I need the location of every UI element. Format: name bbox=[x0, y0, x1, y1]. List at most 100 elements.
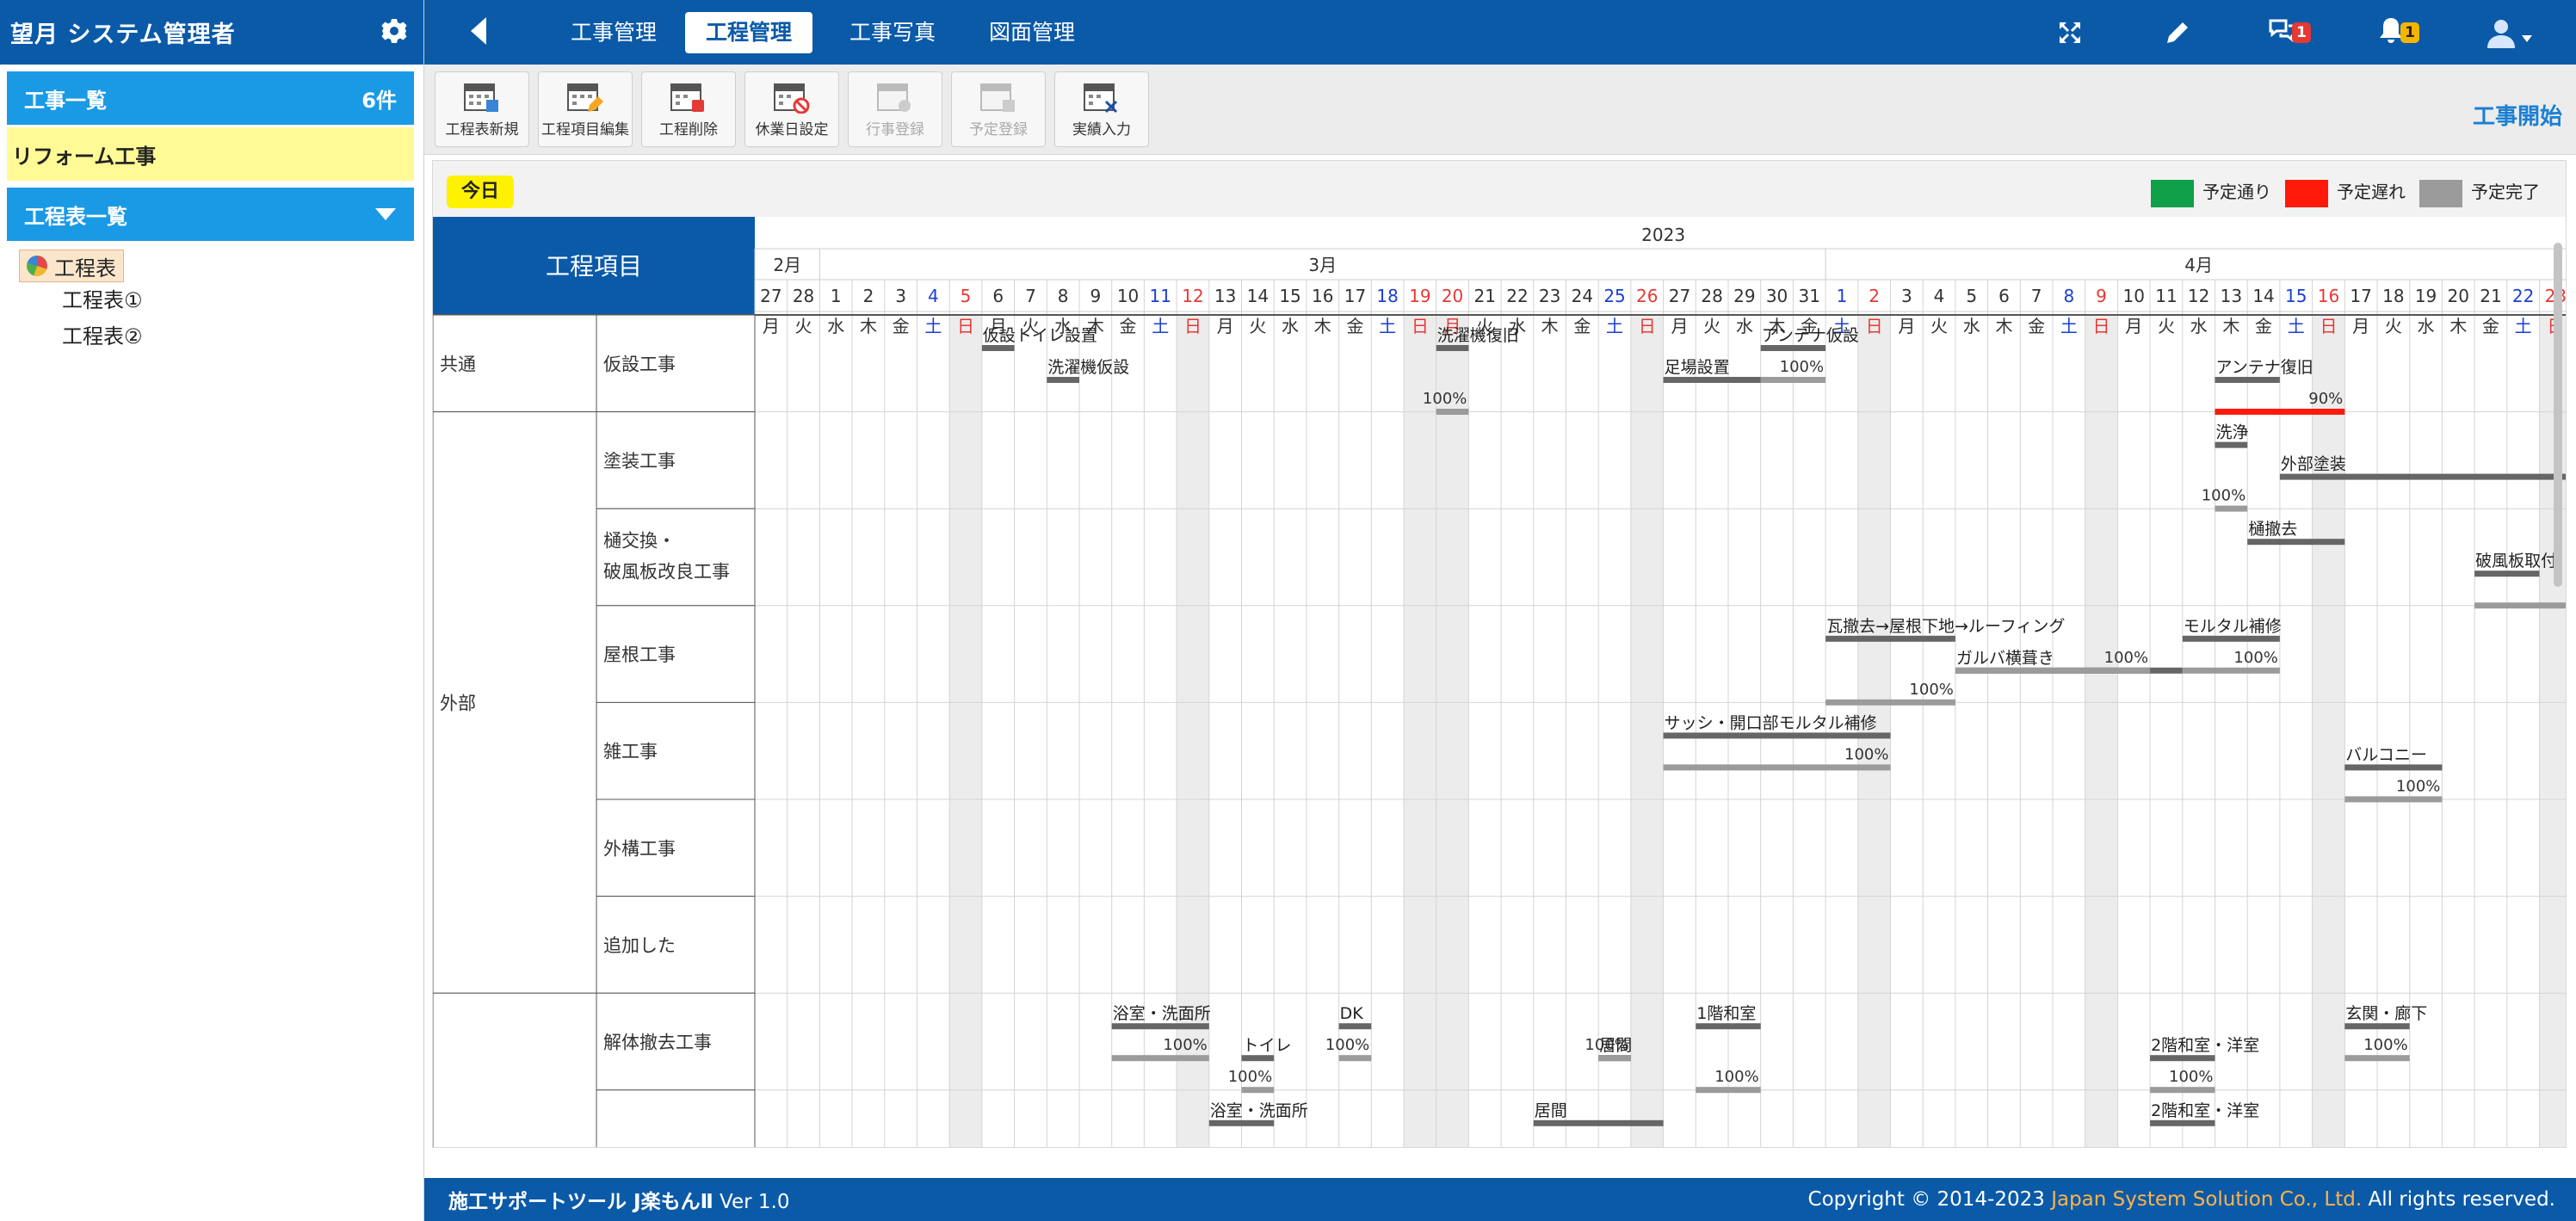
nav-koji-shashin[interactable]: 工事写真 bbox=[829, 12, 956, 53]
task-bar[interactable] bbox=[1696, 1087, 1761, 1094]
task-progress: 100% bbox=[2202, 487, 2246, 505]
plan-register-button[interactable]: 予定登録 bbox=[951, 71, 1046, 147]
gantt-chart[interactable]: 工程項目20232月 3月 4月27月28火1水2木3金4土5日6月7火8水9木10… bbox=[433, 217, 2566, 1148]
task-progress: 100% bbox=[1844, 745, 1888, 763]
delete-schedule-label: 工程削除 bbox=[659, 121, 718, 139]
pencil-icon[interactable] bbox=[2160, 15, 2195, 50]
task-bar[interactable] bbox=[2344, 764, 2443, 771]
task-bar[interactable] bbox=[1241, 1055, 1275, 1062]
task-label: アンテナ復旧 bbox=[2216, 358, 2313, 377]
task-label: DK bbox=[1340, 1004, 1364, 1023]
row-item-cell[interactable] bbox=[596, 508, 756, 607]
day-label: 3 bbox=[1901, 286, 1912, 306]
day-label: 5 bbox=[1966, 286, 1977, 306]
task-bar[interactable] bbox=[1825, 699, 1955, 706]
task-bar[interactable] bbox=[1533, 1119, 1664, 1126]
day-label: 18 bbox=[2382, 286, 2404, 306]
day-label: 31 bbox=[1799, 286, 1820, 306]
task-bar[interactable] bbox=[1208, 1119, 1275, 1126]
task-bar[interactable] bbox=[2150, 1055, 2215, 1062]
task-bar[interactable] bbox=[2215, 377, 2280, 383]
task-bar[interactable] bbox=[1663, 732, 1891, 739]
task-bar[interactable] bbox=[1760, 377, 1826, 383]
day-label: 6 bbox=[1998, 286, 2010, 306]
task-bar[interactable] bbox=[2215, 505, 2248, 512]
fullscreen-icon[interactable] bbox=[2053, 15, 2087, 50]
task-bar[interactable] bbox=[1955, 667, 2151, 674]
weekday-label: 水 bbox=[1736, 316, 1753, 336]
nav-zumen-kanri[interactable]: 図面管理 bbox=[968, 12, 1096, 53]
event-register-button[interactable]: 行事登録 bbox=[848, 71, 942, 147]
task-bar[interactable] bbox=[2215, 409, 2345, 415]
task-label: 浴室・洗面所 bbox=[1113, 1004, 1211, 1023]
day-label: 2 bbox=[863, 286, 874, 306]
legend-item: 予定完了 bbox=[2419, 178, 2540, 207]
tree-item-root[interactable]: 工程表 bbox=[19, 250, 124, 282]
task-bar[interactable] bbox=[1338, 1023, 1372, 1030]
current-project[interactable]: リフォーム工事 bbox=[7, 127, 414, 181]
comment-count-badge: 1 bbox=[2292, 22, 2311, 43]
comments-icon[interactable]: 1 bbox=[2268, 15, 2311, 50]
vertical-scrollbar[interactable] bbox=[2550, 217, 2566, 991]
weekday-label: 火 bbox=[2385, 316, 2402, 336]
task-bar[interactable] bbox=[2279, 473, 2566, 480]
pie-chart-icon bbox=[27, 256, 47, 276]
day-label: 8 bbox=[2063, 286, 2074, 306]
task-progress: 100% bbox=[2233, 649, 2277, 667]
actual-input-button[interactable]: 実績入力 bbox=[1054, 71, 1149, 147]
start-construction-link[interactable]: 工事開始 bbox=[2473, 99, 2562, 131]
task-bar[interactable] bbox=[2344, 796, 2443, 803]
schedule-list-toggle[interactable]: 工程表一覧 bbox=[7, 188, 414, 241]
task-bar[interactable] bbox=[2182, 667, 2280, 674]
koji-list-button[interactable]: 工事一覧 6件 bbox=[7, 71, 414, 125]
task-bar[interactable] bbox=[1111, 1023, 1209, 1030]
tree-item-child[interactable]: 工程表② bbox=[62, 318, 143, 355]
task-bar[interactable] bbox=[1760, 345, 1826, 351]
edit-items-button[interactable]: 工程項目編集 bbox=[538, 71, 633, 147]
task-bar[interactable] bbox=[1111, 1055, 1209, 1062]
task-bar[interactable] bbox=[1241, 1087, 1275, 1094]
today-button[interactable]: 今日 bbox=[447, 176, 514, 208]
bell-icon[interactable]: 1 bbox=[2376, 15, 2419, 50]
vertical-scroll-thumb[interactable] bbox=[2554, 243, 2562, 587]
weekday-label: 木 bbox=[1541, 316, 1559, 336]
row-item-label: 樋交換・ bbox=[603, 531, 676, 552]
task-bar[interactable] bbox=[2474, 570, 2540, 577]
gear-icon[interactable] bbox=[380, 17, 408, 48]
weekday-label: 火 bbox=[1703, 316, 1720, 336]
task-bar[interactable] bbox=[2150, 1119, 2215, 1126]
task-bar[interactable] bbox=[1047, 377, 1079, 383]
task-bar[interactable] bbox=[2182, 635, 2280, 642]
day-label: 1 bbox=[831, 286, 842, 306]
task-bar[interactable] bbox=[1436, 409, 1469, 415]
task-bar[interactable] bbox=[1663, 377, 1761, 383]
task-bar[interactable] bbox=[1696, 1023, 1761, 1030]
delete-schedule-button[interactable]: 工程削除 bbox=[641, 71, 736, 147]
year-label: 2023 bbox=[1641, 225, 1685, 245]
task-bar[interactable] bbox=[1825, 635, 1955, 642]
user-menu[interactable] bbox=[2484, 15, 2536, 50]
nav-koutei-kanri[interactable]: 工程管理 bbox=[685, 12, 813, 53]
task-bar[interactable] bbox=[2344, 1023, 2410, 1030]
task-bar[interactable] bbox=[1598, 1055, 1631, 1062]
new-schedule-button[interactable]: 工程表新規 bbox=[435, 71, 529, 147]
task-bar[interactable] bbox=[2215, 441, 2248, 448]
task-bar[interactable] bbox=[1436, 345, 1469, 351]
task-bar[interactable] bbox=[1338, 1055, 1372, 1062]
task-bar[interactable] bbox=[1663, 764, 1891, 771]
tree-item-child[interactable]: 工程表① bbox=[62, 282, 143, 318]
task-bar[interactable] bbox=[2150, 1087, 2215, 1094]
back-arrow-icon[interactable] bbox=[467, 15, 488, 46]
day-label: 24 bbox=[1572, 286, 1593, 306]
edit-items-label: 工程項目編集 bbox=[541, 121, 629, 139]
weekday-label: 水 bbox=[1963, 316, 1980, 336]
day-label: 29 bbox=[1733, 286, 1755, 306]
gantt-area: 今日 予定通り 予定遅れ 予定完了 工程項目 2023 2月 3月 4月 27 月 28 火 1 水… bbox=[432, 160, 2567, 1148]
row-item-cell[interactable] bbox=[596, 1089, 756, 1148]
nav-koji-kanri[interactable]: 工事管理 bbox=[550, 12, 677, 53]
task-bar[interactable] bbox=[2344, 1055, 2410, 1062]
weekday-label: 日 bbox=[2093, 316, 2110, 336]
holiday-settings-button[interactable]: 休業日設定 bbox=[744, 71, 839, 147]
task-bar[interactable] bbox=[981, 345, 1015, 351]
task-bar[interactable] bbox=[2247, 539, 2345, 546]
